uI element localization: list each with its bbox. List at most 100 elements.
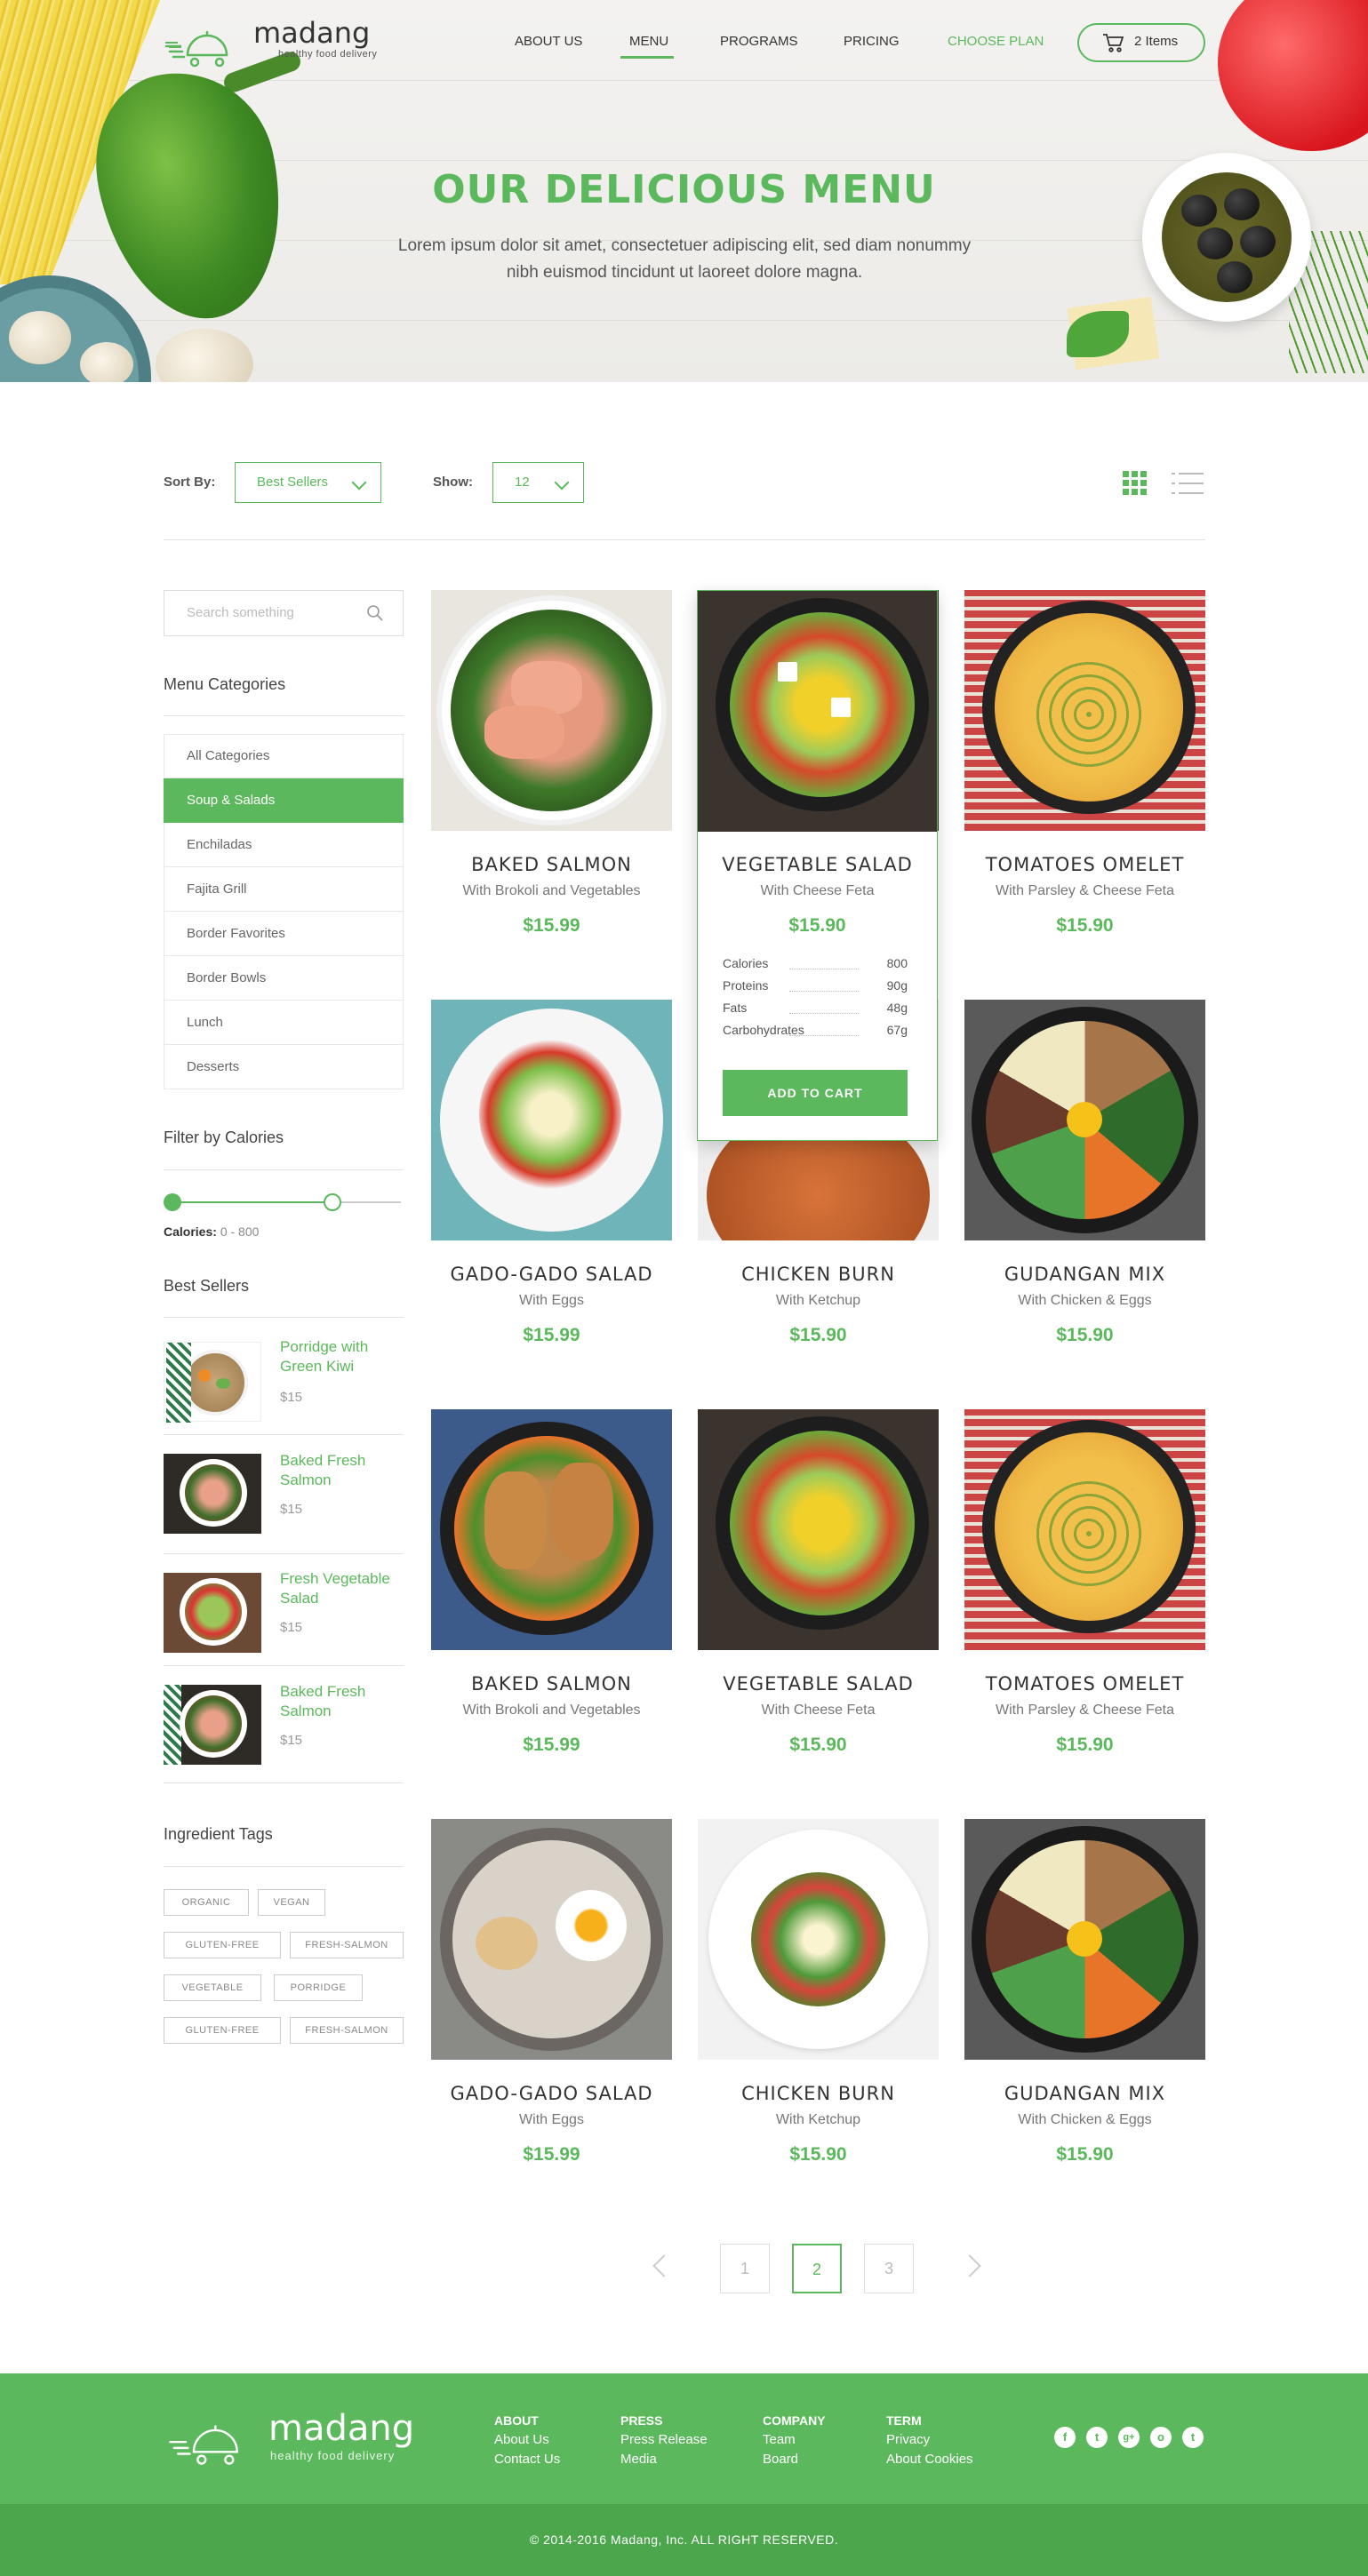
product-name[interactable]: VEGETABLE SALAD	[698, 854, 937, 875]
product-price: $15.90	[1056, 1735, 1114, 1755]
category-border-bowls[interactable]: Border Bowls	[164, 956, 404, 1001]
footer-link-team[interactable]: Team	[763, 2432, 796, 2447]
product-image[interactable]	[698, 1409, 939, 1650]
product-image[interactable]	[431, 1409, 672, 1650]
tag-fresh-salmon[interactable]: FRESH-SALMON	[290, 2017, 404, 2044]
calories-range: Calories: 0 - 800	[164, 1224, 260, 1239]
product-name[interactable]: CHICKEN BURN	[698, 2083, 939, 2104]
bestseller-name[interactable]: Porridge with Green Kiwi	[280, 1337, 404, 1376]
tag-gluten-free[interactable]: GLUTEN-FREE	[164, 1932, 281, 1958]
twitter-icon[interactable]: t	[1086, 2427, 1108, 2448]
category-lunch[interactable]: Lunch	[164, 1001, 404, 1045]
calories-slider-max-handle[interactable]	[323, 1193, 341, 1211]
product-name[interactable]: BAKED SALMON	[431, 854, 672, 875]
category-enchiladas[interactable]: Enchiladas	[164, 823, 404, 867]
cart-icon	[1103, 34, 1124, 52]
nav-pricing[interactable]: PRICING	[844, 34, 900, 49]
bestseller-name[interactable]: Fresh Vegetable Salad	[280, 1569, 404, 1608]
nav-about-us[interactable]: ABOUT US	[515, 34, 582, 49]
chevron-down-icon	[554, 475, 570, 490]
footer-link-press-release[interactable]: Press Release	[620, 2432, 708, 2447]
product-image[interactable]	[431, 590, 672, 831]
product-price: $15.90	[1056, 915, 1114, 936]
page-3[interactable]: 3	[864, 2244, 914, 2293]
product-name[interactable]: CHICKEN BURN	[698, 1264, 939, 1285]
tumblr-icon[interactable]: t	[1182, 2427, 1204, 2448]
product-image[interactable]	[964, 1409, 1205, 1650]
tag-gluten-free[interactable]: GLUTEN-FREE	[164, 2017, 281, 2044]
tag-vegan[interactable]: VEGAN	[258, 1889, 325, 1916]
product-desc: With Cheese Feta	[760, 883, 875, 898]
product-name[interactable]: GADO-GADO SALAD	[431, 1264, 672, 1285]
menu-lines-icon[interactable]	[165, 41, 183, 53]
page-2[interactable]: 2	[792, 2244, 842, 2293]
tag-fresh-salmon[interactable]: FRESH-SALMON	[290, 1932, 404, 1958]
footer-link-privacy[interactable]: Privacy	[886, 2432, 930, 2447]
footer-link-board[interactable]: Board	[763, 2452, 798, 2467]
instagram-icon[interactable]: o	[1150, 2427, 1172, 2448]
logo-icon[interactable]	[164, 2413, 261, 2468]
product-price: $15.90	[1056, 2144, 1114, 2165]
product-name[interactable]: VEGETABLE SALAD	[698, 1673, 939, 1695]
bestseller-thumb-salmon[interactable]	[164, 1454, 261, 1534]
product-image[interactable]	[431, 1000, 672, 1240]
tag-organic[interactable]: ORGANIC	[164, 1889, 249, 1916]
footer-link-about-us[interactable]: About Us	[494, 2432, 549, 2447]
product-image[interactable]	[698, 591, 937, 832]
product-image[interactable]	[964, 1819, 1205, 2060]
category-border-favorites[interactable]: Border Favorites	[164, 912, 404, 956]
product-image[interactable]	[964, 1000, 1205, 1240]
divider	[164, 1782, 404, 1783]
footer-link-about-cookies[interactable]: About Cookies	[886, 2452, 973, 2467]
calories-slider-min-handle[interactable]	[164, 1193, 181, 1211]
nav-menu[interactable]: MENU	[629, 34, 668, 49]
product-card-hover[interactable]: VEGETABLE SALAD With Cheese Feta $15.90	[697, 590, 938, 1141]
googleplus-icon[interactable]: g+	[1118, 2427, 1140, 2448]
bestseller-thumb-vegetable-salad[interactable]	[164, 1573, 261, 1653]
bestseller-thumb-porridge[interactable]	[164, 1342, 261, 1423]
grid-view-icon[interactable]	[1123, 471, 1148, 496]
footer-link-media[interactable]: Media	[620, 2452, 657, 2467]
nav-programs[interactable]: PROGRAMS	[720, 34, 798, 49]
sort-select[interactable]: Best Sellers	[235, 462, 381, 503]
bestseller-thumb-salmon[interactable]	[164, 1685, 261, 1765]
product-image[interactable]	[698, 1819, 939, 2060]
footer-link-contact-us[interactable]: Contact Us	[494, 2452, 560, 2467]
footer-brand-name[interactable]: madang	[268, 2408, 414, 2449]
prev-arrow-icon[interactable]	[652, 2254, 676, 2277]
category-all[interactable]: All Categories	[164, 734, 404, 778]
calories-slider-fill	[172, 1201, 332, 1203]
product-image[interactable]	[964, 590, 1205, 831]
divider	[164, 1553, 404, 1554]
footer-col-term-title: TERM	[886, 2413, 922, 2428]
cart-count[interactable]: 2 Items	[1134, 34, 1178, 49]
nav-choose-plan[interactable]: CHOOSE PLAN	[948, 34, 1044, 49]
list-view-icon[interactable]	[1172, 471, 1204, 496]
search-icon[interactable]	[366, 604, 384, 622]
category-soup-salads[interactable]: Soup & Salads	[164, 778, 404, 823]
product-desc: With Cheese Feta	[761, 1703, 876, 1718]
product-name[interactable]: TOMATOES OMELET	[964, 854, 1205, 875]
product-name[interactable]: GADO-GADO SALAD	[431, 2083, 672, 2104]
product-name[interactable]: GUDANGAN MIX	[964, 2083, 1205, 2104]
tag-vegetable[interactable]: VEGETABLE	[164, 1974, 261, 2001]
facebook-icon[interactable]: f	[1054, 2427, 1076, 2448]
bestseller-price: $15	[280, 1733, 303, 1748]
divider	[164, 1866, 404, 1867]
bestseller-name[interactable]: Baked Fresh Salmon	[280, 1682, 404, 1721]
category-desserts[interactable]: Desserts	[164, 1045, 404, 1089]
product-name[interactable]: TOMATOES OMELET	[964, 1673, 1205, 1695]
tag-porridge[interactable]: PORRIDGE	[274, 1974, 363, 2001]
add-to-cart-button[interactable]: ADD TO CART	[723, 1070, 908, 1116]
category-fajita-grill[interactable]: Fajita Grill	[164, 867, 404, 912]
categories-title: Menu Categories	[164, 675, 286, 693]
next-arrow-icon[interactable]	[958, 2254, 981, 2277]
show-select[interactable]: 12	[492, 462, 584, 503]
brand-name[interactable]: madang	[253, 16, 370, 50]
page-1[interactable]: 1	[720, 2244, 770, 2293]
product-name[interactable]: BAKED SALMON	[431, 1673, 672, 1695]
divider	[164, 1169, 404, 1170]
bestseller-name[interactable]: Baked Fresh Salmon	[280, 1451, 404, 1490]
product-name[interactable]: GUDANGAN MIX	[964, 1264, 1205, 1285]
product-image[interactable]	[431, 1819, 672, 2060]
